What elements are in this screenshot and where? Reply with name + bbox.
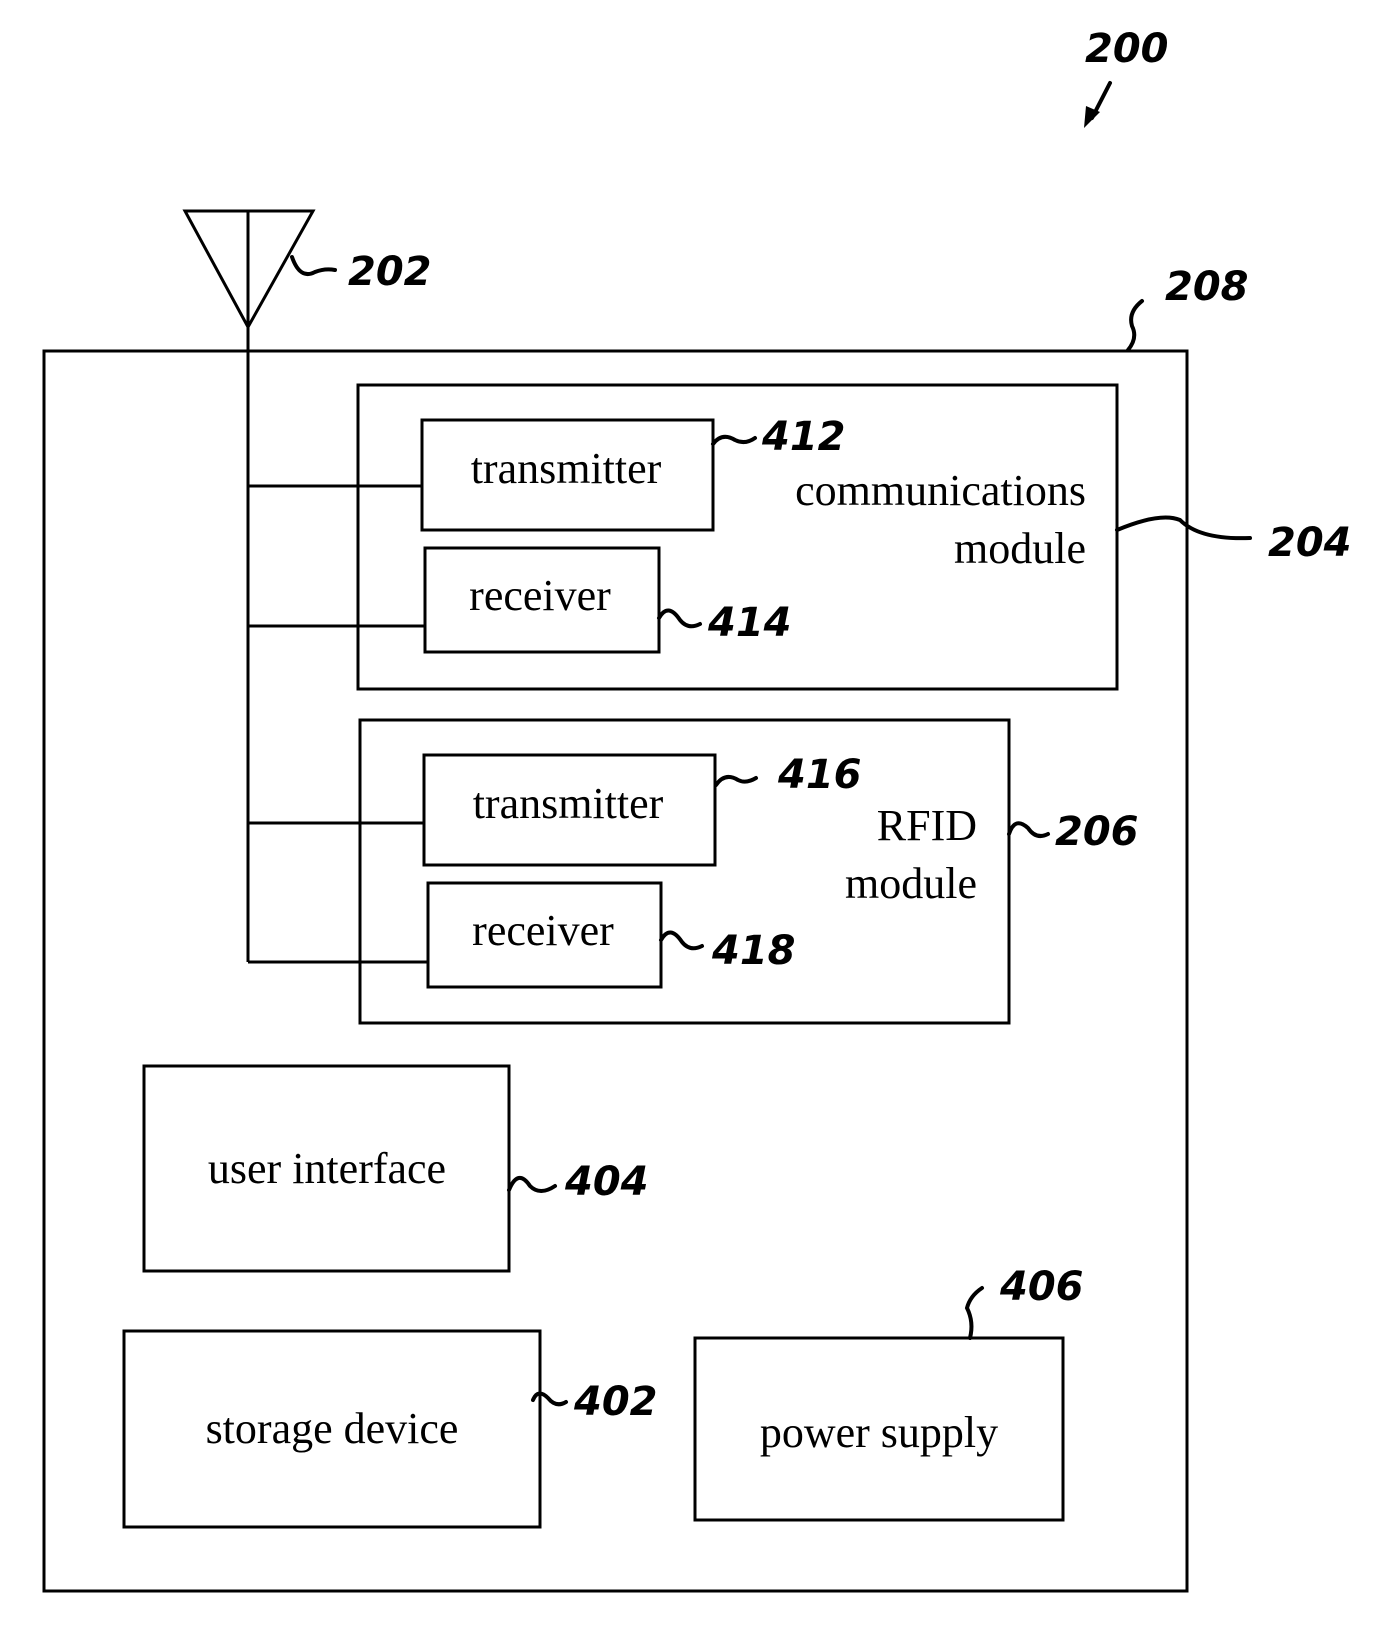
comm-receiver-ref-label: 414 [707, 600, 792, 646]
rfid-module-leader [1007, 821, 1050, 838]
user-interface-leader [507, 1176, 557, 1193]
rfid-transmitter-leader [714, 774, 758, 787]
storage-device-ref-label: 402 [573, 1379, 658, 1425]
rfid-transmitter-ref-label: 416 [777, 752, 862, 798]
rfid-receiver-ref-label: 418 [711, 928, 796, 974]
rfid-module-label-line2: module [845, 859, 977, 908]
communications-module-leader [1115, 515, 1252, 541]
housing-ref-label: 208 [1165, 264, 1249, 310]
power-supply-label: power supply [760, 1408, 998, 1457]
rfid-transmitter-label: transmitter [473, 779, 664, 828]
communications-module-label-line1: communications [795, 466, 1086, 515]
housing-leader [1126, 299, 1144, 352]
comm-receiver-label: receiver [469, 571, 611, 620]
antenna-leader [290, 255, 337, 277]
rfid-receiver-leader [659, 930, 704, 951]
antenna-icon [182, 209, 316, 350]
comm-transmitter-ref-label: 412 [761, 414, 846, 460]
figure-ref-label: 200 [1085, 26, 1169, 72]
rfid-receiver-label: receiver [472, 906, 614, 955]
user-interface-ref-label: 404 [564, 1159, 649, 1205]
storage-device-leader [531, 1391, 568, 1407]
rfid-module-label-line1: RFID [877, 801, 977, 850]
rfid-module-ref-label: 206 [1055, 809, 1139, 855]
antenna-ref-label: 202 [348, 249, 432, 295]
block-diagram: 200 202 208 communications module 204 tr… [42, 26, 1352, 1593]
power-supply-ref-label: 406 [999, 1264, 1084, 1310]
figure-ref-arrow [1084, 81, 1112, 128]
power-supply-leader [964, 1286, 984, 1340]
comm-transmitter-label: transmitter [471, 444, 662, 493]
storage-device-label: storage device [206, 1404, 459, 1453]
user-interface-label: user interface [208, 1144, 446, 1193]
communications-module-ref-label: 204 [1268, 520, 1352, 566]
communications-module-label-line2: module [954, 524, 1086, 573]
comm-transmitter-leader [711, 434, 757, 446]
comm-receiver-leader [657, 608, 702, 629]
